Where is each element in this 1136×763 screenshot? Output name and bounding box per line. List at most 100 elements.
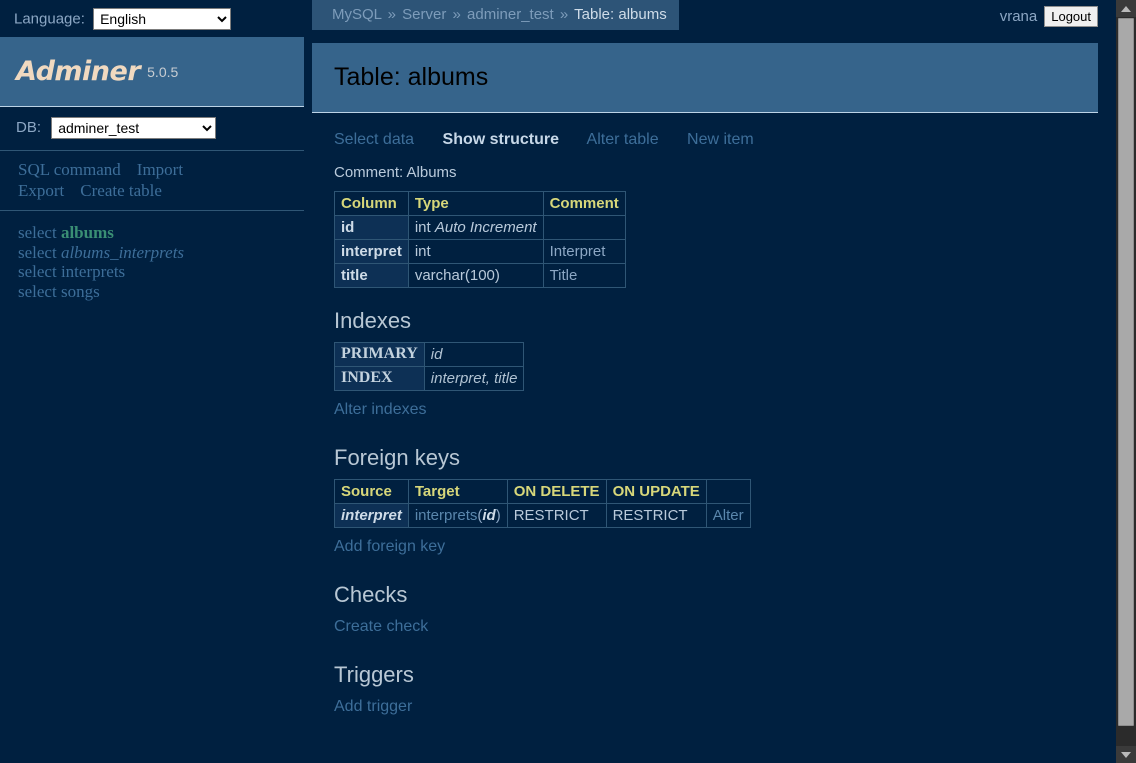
column-comment: Title bbox=[542, 263, 626, 288]
fk-action-cell: Alter bbox=[705, 503, 751, 528]
page-scrollbar[interactable] bbox=[1116, 0, 1136, 763]
column-type: int Auto Increment bbox=[407, 215, 544, 240]
fk-target-column: id bbox=[482, 506, 496, 524]
column-name: interpret bbox=[334, 239, 409, 264]
table-row: PRIMARY id bbox=[334, 342, 525, 367]
index-columns: interpret, title bbox=[423, 366, 525, 391]
sidebar-table-row: select interprets bbox=[18, 262, 304, 282]
breadcrumb-link-database[interactable]: adminer_test bbox=[467, 6, 554, 23]
table-header-row: Column Type Comment bbox=[334, 191, 626, 216]
sidebar-table-row: select albums bbox=[18, 223, 304, 243]
table-row: interpret interprets(id) RESTRICT RESTRI… bbox=[334, 503, 751, 528]
sidebar-menu-links: SQL command Import Export Create table bbox=[0, 151, 304, 211]
fk-header-on-update: ON UPDATE bbox=[605, 479, 707, 504]
sidebar-link-create-table[interactable]: Create table bbox=[80, 181, 162, 200]
column-name: id bbox=[334, 215, 409, 240]
foreign-keys-table-head: Source Target ON DELETE ON UPDATE bbox=[334, 479, 751, 504]
breadcrumb: MySQL » Server » adminer_test » Table: a… bbox=[312, 0, 679, 30]
breadcrumb-link-mysql[interactable]: MySQL bbox=[332, 6, 381, 23]
scrollbar-up-arrow-icon[interactable] bbox=[1116, 0, 1136, 17]
select-link-albums-interprets[interactable]: select bbox=[18, 243, 57, 262]
structure-content: Select data Show structure Alter table N… bbox=[312, 113, 1098, 722]
column-type-base: int bbox=[414, 242, 431, 260]
column-name: title bbox=[334, 263, 409, 288]
fk-alter-link[interactable]: Alter bbox=[713, 507, 744, 524]
column-type: int bbox=[407, 239, 544, 264]
db-label: DB: bbox=[16, 118, 42, 136]
foreign-keys-heading: Foreign keys bbox=[334, 445, 460, 470]
column-header-comment: Comment bbox=[542, 191, 626, 216]
alter-indexes-link[interactable]: Alter indexes bbox=[334, 401, 427, 419]
scrollbar-down-arrow-icon[interactable] bbox=[1116, 746, 1136, 763]
column-type-base: int bbox=[414, 218, 431, 236]
main-content: Table: albums Select data Show structure… bbox=[312, 43, 1098, 763]
add-foreign-key-link[interactable]: Add foreign key bbox=[334, 538, 445, 556]
table-link-songs[interactable]: songs bbox=[61, 282, 100, 301]
sidebar-table-list: select albums select albums_interprets s… bbox=[0, 211, 304, 301]
tab-new-item[interactable]: New item bbox=[687, 131, 754, 148]
scrollbar-thumb[interactable] bbox=[1118, 18, 1134, 726]
language-bar: Language: English bbox=[0, 0, 312, 37]
columns-table-body: id int Auto Increment interpret int Inte… bbox=[334, 215, 626, 288]
column-type: varchar(100) bbox=[407, 263, 544, 288]
table-row: title varchar(100) Title bbox=[334, 263, 626, 288]
sidebar: Adminer 5.0.5 DB: adminer_test SQL comma… bbox=[0, 37, 304, 763]
table-comment: Comment: Albums bbox=[334, 164, 457, 181]
page-tabs: Select data Show structure Alter table N… bbox=[334, 131, 1098, 149]
add-trigger-link[interactable]: Add trigger bbox=[334, 698, 412, 716]
breadcrumb-separator: » bbox=[387, 6, 396, 23]
checks-heading: Checks bbox=[334, 582, 408, 607]
sidebar-menu-row: Export Create table bbox=[18, 180, 304, 201]
brand-banner: Adminer 5.0.5 bbox=[0, 37, 304, 107]
table-link-albums[interactable]: albums bbox=[61, 223, 114, 242]
page-title: Table: albums bbox=[334, 63, 489, 91]
page-viewport: Language: English Adminer 5.0.5 DB: admi… bbox=[0, 0, 1116, 763]
table-link-interprets[interactable]: interprets bbox=[61, 262, 125, 281]
page-title-bar: Table: albums bbox=[312, 43, 1098, 113]
table-header-row: Source Target ON DELETE ON UPDATE bbox=[334, 479, 751, 504]
column-type-attribute: Auto Increment bbox=[434, 218, 537, 236]
fk-target: interprets(id) bbox=[407, 503, 508, 528]
fk-header-target: Target bbox=[407, 479, 508, 504]
language-select[interactable]: English bbox=[93, 8, 232, 30]
tab-alter-table[interactable]: Alter table bbox=[587, 131, 659, 148]
brand-name: Adminer bbox=[16, 56, 141, 87]
user-bar: vrana Logout bbox=[1000, 6, 1098, 27]
fk-target-table-link[interactable]: interprets bbox=[415, 507, 478, 524]
table-row: interpret int Interpret bbox=[334, 239, 626, 264]
column-header-type: Type bbox=[407, 191, 544, 216]
fk-header-actions bbox=[705, 479, 751, 504]
fk-header-on-delete: ON DELETE bbox=[506, 479, 607, 504]
username-label: vrana bbox=[999, 8, 1038, 25]
logout-button[interactable]: Logout bbox=[1044, 6, 1098, 27]
sidebar-table-row: select albums_interprets bbox=[18, 243, 304, 263]
columns-table: Column Type Comment id int Auto Incremen… bbox=[334, 191, 626, 288]
sidebar-link-sql-command[interactable]: SQL command bbox=[18, 160, 121, 179]
breadcrumb-current: Table: albums bbox=[574, 6, 667, 23]
foreign-keys-table-body: interpret interprets(id) RESTRICT RESTRI… bbox=[334, 503, 751, 528]
sidebar-link-export[interactable]: Export bbox=[18, 181, 64, 200]
create-check-link[interactable]: Create check bbox=[334, 618, 428, 636]
tab-select-data[interactable]: Select data bbox=[334, 131, 414, 148]
breadcrumb-separator: » bbox=[559, 6, 569, 23]
index-type: PRIMARY bbox=[334, 342, 425, 367]
indexes-table-body: PRIMARY id INDEX interpret, title bbox=[334, 342, 525, 391]
column-comment: Interpret bbox=[542, 239, 626, 264]
table-row: INDEX interpret, title bbox=[334, 366, 525, 391]
sidebar-link-import[interactable]: Import bbox=[137, 160, 183, 179]
table-row: id int Auto Increment bbox=[334, 215, 626, 240]
column-header-column: Column bbox=[334, 191, 409, 216]
table-link-albums-interprets[interactable]: albums_interprets bbox=[61, 243, 184, 262]
fk-header-source: Source bbox=[334, 479, 409, 504]
tab-show-structure[interactable]: Show structure bbox=[443, 131, 559, 148]
fk-on-delete: RESTRICT bbox=[506, 503, 607, 528]
brand-version: 5.0.5 bbox=[147, 63, 179, 80]
breadcrumb-separator: » bbox=[452, 6, 461, 23]
breadcrumb-link-server[interactable]: Server bbox=[402, 6, 446, 23]
select-link-songs[interactable]: select bbox=[18, 282, 57, 301]
triggers-heading: Triggers bbox=[334, 662, 414, 687]
select-link-albums[interactable]: select bbox=[18, 223, 57, 242]
select-link-interprets[interactable]: select bbox=[18, 262, 57, 281]
sidebar-menu-row: SQL command Import bbox=[18, 159, 304, 180]
database-select[interactable]: adminer_test bbox=[51, 117, 217, 139]
